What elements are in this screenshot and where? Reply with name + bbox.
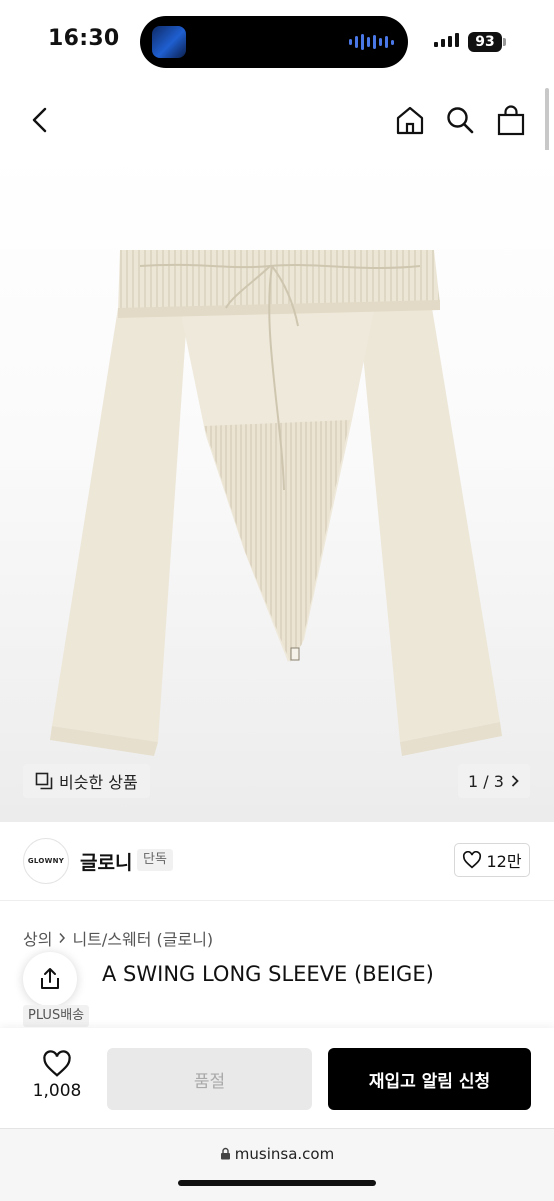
status-time: 16:30 [48,26,120,51]
share-button[interactable] [23,952,77,1006]
pager-label: 1 / 3 [468,771,504,791]
similar-products-button[interactable]: 비슷한 상품 [23,764,150,798]
brand-like-button[interactable]: 12만 [454,843,530,877]
plus-shipping-badge: PLUS배송 [23,1005,90,1027]
search-icon[interactable] [440,100,480,140]
chevron-right-icon [59,933,66,943]
brand-name[interactable]: 글로니 [80,848,132,875]
heart-icon [43,1050,71,1077]
home-icon[interactable] [390,100,430,140]
brand-logo[interactable]: GLOWNY [23,838,69,884]
section-divider [0,900,554,901]
browser-url-bar[interactable] [0,1128,554,1201]
brand-like-count: 12만 [486,852,522,871]
heart-icon [463,851,482,869]
knit-top-illustration [50,250,502,756]
shopping-bag-icon[interactable] [491,100,531,140]
battery-tip [503,38,506,46]
brand-logo-text: GLOWNY [27,857,65,865]
breadcrumb-category[interactable]: 상의 [23,926,52,950]
home-indicator[interactable] [178,1180,376,1186]
dynamic-island[interactable] [140,16,408,68]
share-icon [41,968,59,989]
wishlist-button[interactable]: 1,008 [28,1050,86,1101]
copy-icon [35,772,53,790]
lock-icon [220,1147,230,1160]
exclusive-badge: 단독 [137,849,173,871]
product-title: A SWING LONG SLEEVE (BEIGE) [102,962,434,986]
chevron-right-icon [511,775,519,787]
browser-url-text: musinsa.com [234,1145,335,1163]
product-image[interactable] [0,150,554,822]
restock-alert-button[interactable]: 재입고 알림 신청 [328,1048,531,1110]
breadcrumb-subcategory[interactable]: 니트/스웨터 (글로니) [72,926,213,950]
battery-icon: 93 [468,32,502,52]
similar-products-label: 비슷한 상품 [59,773,138,792]
wishlist-count: 1,008 [32,1081,82,1101]
soldout-button[interactable]: 품절 [107,1048,312,1110]
browser-url[interactable]: musinsa.com [0,1145,554,1163]
now-playing-artwork [152,26,186,58]
signal-icon [434,33,459,47]
image-pager[interactable]: 1 / 3 [458,764,530,798]
breadcrumb: 상의 니트/스웨터 (글로니) [23,926,213,950]
back-icon[interactable] [20,100,60,140]
audio-wave-icon [349,34,394,50]
